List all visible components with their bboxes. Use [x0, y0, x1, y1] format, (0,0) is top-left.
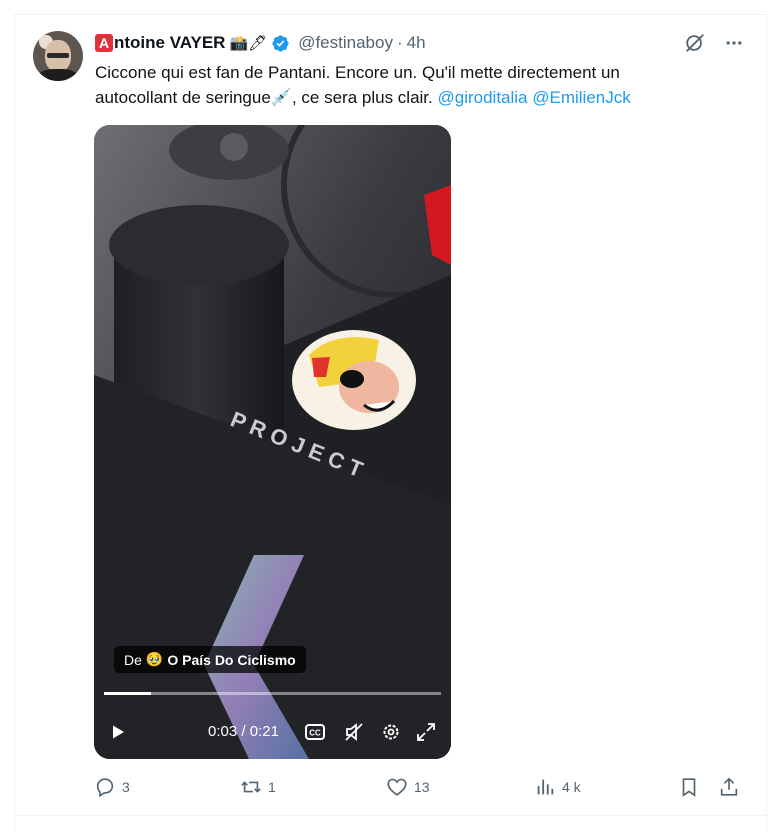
tweet-header: A ntoine VAYER 📸🖊 @festinaboy · 4h [95, 32, 426, 54]
syringe-emoji: 💉 [270, 88, 292, 107]
repost-icon [241, 781, 261, 793]
tweet-text-line-2: autocollant de seringue💉, ce sera plus c… [95, 85, 735, 110]
tweet-text-line-1: Ciccone qui est fan de Pantani. Encore u… [95, 63, 620, 82]
source-prefix: De [124, 651, 142, 668]
captions-icon[interactable]: CC [305, 723, 325, 741]
tweet-time[interactable]: 4h [407, 33, 426, 53]
reply-button[interactable]: 3 [94, 776, 130, 798]
mute-icon[interactable] [344, 722, 364, 742]
repost-count: 1 [268, 779, 276, 795]
video-progress-fill [104, 692, 152, 695]
bookmark-icon [682, 778, 696, 797]
views-icon [537, 779, 554, 795]
video-source-pill[interactable]: De 🥹 O País Do Ciclismo [114, 646, 306, 673]
grok-icon[interactable] [684, 32, 706, 54]
tweet-text-part: , ce sera plus clair. [291, 88, 433, 107]
reply-icon [96, 778, 114, 798]
share-button[interactable] [718, 776, 740, 798]
repost-button[interactable]: 1 [240, 776, 276, 798]
verified-badge-icon [272, 34, 289, 52]
time-separator: / [241, 723, 246, 740]
like-count: 13 [414, 779, 430, 795]
video-controls: 0:03 / 0:21 CC [104, 718, 441, 746]
mention-link[interactable]: @EmilienJck [532, 88, 631, 107]
author-handle[interactable]: @festinaboy [298, 33, 393, 53]
reply-count: 3 [122, 779, 130, 795]
tweet-text-part: autocollant de seringue [95, 88, 271, 107]
avatar[interactable] [33, 31, 83, 81]
share-icon [720, 777, 738, 796]
tweet-top-actions [684, 32, 744, 54]
fullscreen-icon[interactable] [416, 722, 436, 742]
settings-icon[interactable] [381, 722, 401, 742]
views-count: 4 k [562, 779, 581, 795]
tweet-actions: 3 1 13 4 k [94, 776, 744, 800]
play-icon[interactable] [110, 724, 126, 740]
video-progress-bar[interactable] [104, 692, 441, 695]
svg-text:CC: CC [309, 729, 321, 738]
mention-link[interactable]: @giroditalia [437, 88, 527, 107]
source-name: O País Do Ciclismo [167, 651, 296, 668]
duration: 0:21 [249, 723, 279, 740]
source-emoji: 🥹 [145, 651, 164, 667]
like-icon [387, 778, 407, 796]
current-time: 0:03 [208, 723, 238, 740]
separator-dot: · [396, 33, 403, 52]
name-badge-icon: A [95, 34, 113, 52]
name-emojis: 📸🖊 [229, 35, 268, 52]
author-name[interactable]: ntoine VAYER [114, 33, 225, 53]
views-button[interactable]: 4 k [534, 776, 581, 798]
like-button[interactable]: 13 [386, 776, 430, 798]
tweet-text: Ciccone qui est fan de Pantani. Encore u… [95, 60, 735, 110]
video-timecode: 0:03 / 0:21 [208, 718, 279, 746]
more-icon[interactable] [724, 33, 744, 53]
divider [14, 815, 767, 816]
bookmark-button[interactable] [678, 776, 700, 798]
